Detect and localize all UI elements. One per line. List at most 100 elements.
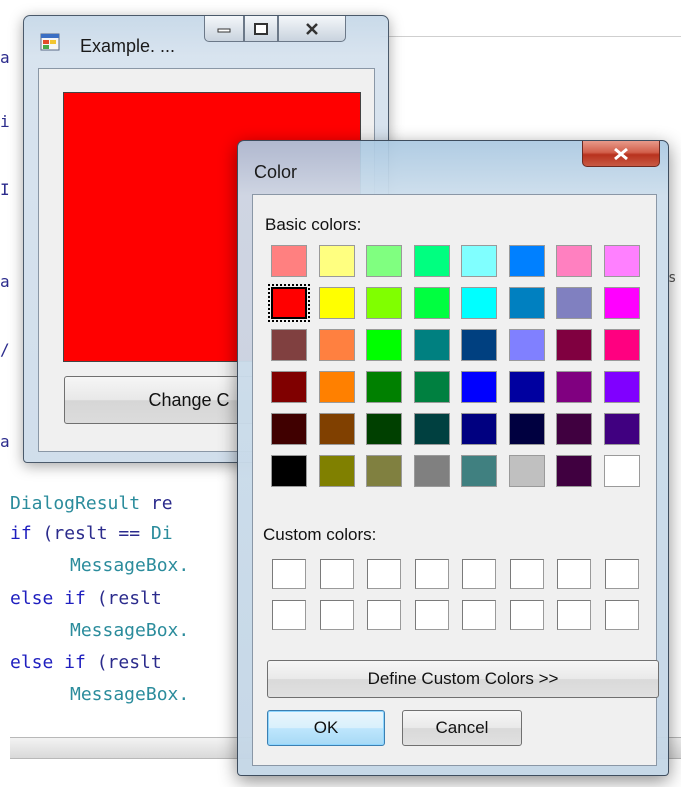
editor-edge-fragment: a [0, 272, 10, 291]
basic-color-swatch[interactable] [413, 329, 450, 361]
close-icon [306, 22, 318, 35]
basic-color-swatch[interactable] [556, 329, 592, 361]
basic-color-swatch[interactable] [318, 287, 355, 319]
basic-color-swatch[interactable] [413, 287, 450, 319]
basic-color-swatch[interactable] [318, 371, 355, 403]
close-button[interactable] [278, 16, 346, 42]
basic-color-swatch[interactable] [271, 455, 307, 487]
basic-color-swatch[interactable] [271, 245, 307, 277]
code-token: re [150, 493, 173, 514]
basic-color-swatch[interactable] [413, 371, 450, 403]
editor-edge-fragment: / [0, 340, 10, 359]
basic-color-swatch[interactable] [556, 455, 592, 487]
custom-color-swatch[interactable] [604, 559, 639, 589]
basic-color-swatch[interactable] [366, 245, 402, 277]
code-token: if [10, 523, 32, 544]
code-line: else if (reslt [10, 652, 162, 673]
code-token: DialogResult [10, 493, 151, 514]
custom-color-swatch[interactable] [604, 600, 639, 630]
basic-color-swatch[interactable] [556, 245, 592, 277]
basic-color-swatch[interactable] [508, 287, 545, 319]
ok-button[interactable]: OK [267, 710, 385, 746]
basic-color-swatch[interactable] [508, 329, 545, 361]
custom-color-swatch[interactable] [367, 559, 401, 589]
basic-color-swatch[interactable] [461, 413, 497, 445]
custom-color-swatch[interactable] [272, 600, 306, 630]
basic-color-swatch[interactable] [508, 455, 545, 487]
basic-color-swatch[interactable] [603, 455, 640, 487]
custom-color-swatch[interactable] [414, 600, 449, 630]
close-icon [614, 147, 628, 160]
basic-color-swatch[interactable] [508, 413, 545, 445]
editor-edge-fragment: I [0, 180, 10, 199]
custom-color-swatch[interactable] [462, 559, 496, 589]
code-token: (reslt [85, 588, 162, 609]
minimize-button[interactable] [204, 16, 244, 42]
basic-color-swatch[interactable] [603, 329, 640, 361]
code-token: MessageBox. [70, 555, 190, 576]
custom-color-swatch[interactable] [319, 559, 354, 589]
basic-color-swatch[interactable] [413, 455, 450, 487]
define-custom-colors-button[interactable]: Define Custom Colors >> [267, 660, 659, 698]
basic-color-swatch[interactable] [556, 287, 592, 319]
custom-color-swatch[interactable] [509, 559, 544, 589]
basic-color-swatch[interactable] [318, 455, 355, 487]
code-token: Di [150, 523, 173, 544]
basic-color-swatch[interactable] [366, 329, 402, 361]
custom-color-swatch[interactable] [319, 600, 354, 630]
maximize-button[interactable] [244, 16, 278, 42]
code-line: if (reslt == Di [10, 523, 173, 544]
custom-color-swatch[interactable] [272, 559, 306, 589]
basic-color-swatch[interactable] [461, 287, 497, 319]
basic-color-swatch[interactable] [461, 371, 497, 403]
app-icon [40, 33, 60, 51]
dialog-close-button[interactable] [582, 141, 660, 167]
basic-color-swatch[interactable] [508, 371, 545, 403]
basic-color-swatch[interactable] [318, 245, 355, 277]
basic-color-swatch[interactable] [556, 371, 592, 403]
basic-color-swatch[interactable] [461, 329, 497, 361]
basic-color-swatch[interactable] [413, 245, 450, 277]
dialog-title: Color [254, 162, 298, 182]
basic-color-swatch[interactable] [366, 371, 402, 403]
custom-color-swatch[interactable] [414, 559, 449, 589]
custom-color-swatch[interactable] [367, 600, 401, 630]
basic-color-swatch[interactable] [271, 413, 307, 445]
basic-color-swatch[interactable] [603, 413, 640, 445]
basic-color-swatch[interactable] [413, 413, 450, 445]
editor-edge-fragment: i [0, 112, 10, 131]
custom-color-swatch[interactable] [557, 600, 591, 630]
custom-color-swatch[interactable] [557, 559, 591, 589]
code-token: MessageBox. [70, 620, 190, 641]
code-line: DialogResult re [10, 493, 173, 514]
basic-color-swatch[interactable] [603, 371, 640, 403]
basic-color-swatch[interactable] [556, 413, 592, 445]
code-line: MessageBox. [70, 620, 189, 641]
basic-color-swatch[interactable] [461, 455, 497, 487]
basic-color-swatch[interactable] [318, 413, 355, 445]
basic-color-swatch[interactable] [271, 329, 307, 361]
code-token: (reslt [85, 652, 162, 673]
code-line: else if (reslt [10, 588, 162, 609]
code-line: MessageBox. [70, 555, 189, 576]
basic-color-swatch[interactable] [461, 245, 497, 277]
custom-color-swatch[interactable] [462, 600, 496, 630]
color-dialog: Color Basic colors: Custom colors: Defin… [237, 140, 669, 776]
code-token: else if [10, 588, 86, 609]
window-title: Example. ... [80, 36, 176, 56]
basic-color-swatch[interactable] [318, 329, 355, 361]
basic-color-swatch[interactable] [366, 455, 402, 487]
maximize-icon [254, 22, 268, 35]
basic-color-swatch[interactable] [271, 371, 307, 403]
dialog-client-area: Basic colors: Custom colors: Define Cust… [252, 194, 659, 766]
basic-color-swatch[interactable] [603, 287, 640, 319]
basic-color-swatch[interactable] [366, 413, 402, 445]
custom-color-swatch[interactable] [509, 600, 544, 630]
basic-color-swatch[interactable] [603, 245, 640, 277]
cancel-button[interactable]: Cancel [402, 710, 522, 746]
basic-color-swatch[interactable] [366, 287, 402, 319]
code-token: (reslt == [31, 523, 151, 544]
editor-divider [380, 36, 681, 37]
basic-color-swatch[interactable] [508, 245, 545, 277]
basic-color-swatch[interactable] [268, 284, 310, 322]
